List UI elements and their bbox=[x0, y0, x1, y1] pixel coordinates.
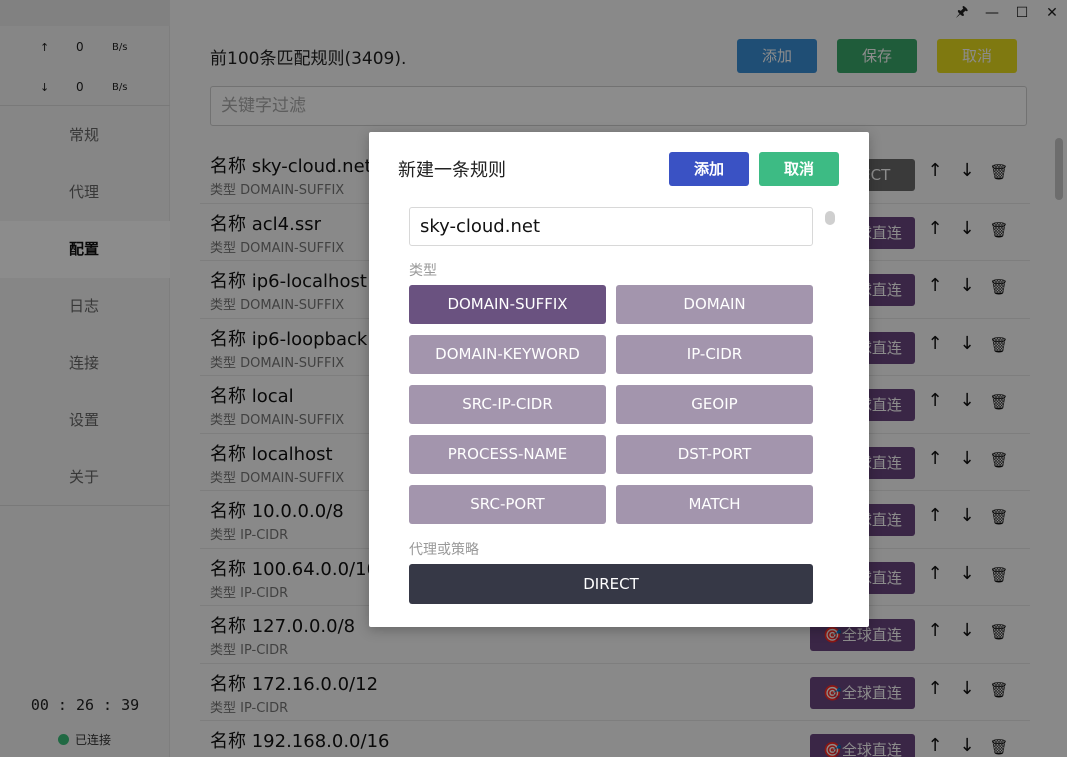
type-option-match[interactable]: MATCH bbox=[616, 485, 813, 524]
type-option-domain-suffix[interactable]: DOMAIN-SUFFIX bbox=[409, 285, 606, 324]
dialog-scrollbar[interactable] bbox=[825, 211, 835, 225]
type-option-domain-keyword[interactable]: DOMAIN-KEYWORD bbox=[409, 335, 606, 374]
type-option-src-port[interactable]: SRC-PORT bbox=[409, 485, 606, 524]
rule-payload-input[interactable]: sky-cloud.net bbox=[409, 207, 813, 246]
type-option-dst-port[interactable]: DST-PORT bbox=[616, 435, 813, 474]
type-label: 类型 bbox=[409, 263, 437, 279]
type-option-domain[interactable]: DOMAIN bbox=[616, 285, 813, 324]
dialog-title: 新建一条规则 bbox=[398, 160, 506, 181]
type-option-src-ip-cidr[interactable]: SRC-IP-CIDR bbox=[409, 385, 606, 424]
type-option-ip-cidr[interactable]: IP-CIDR bbox=[616, 335, 813, 374]
dialog-cancel-button[interactable]: 取消 bbox=[759, 152, 839, 186]
policy-select[interactable]: DIRECT bbox=[409, 564, 813, 604]
policy-label: 代理或策略 bbox=[409, 542, 479, 558]
dialog-add-button[interactable]: 添加 bbox=[669, 152, 749, 186]
type-option-process-name[interactable]: PROCESS-NAME bbox=[409, 435, 606, 474]
type-option-geoip[interactable]: GEOIP bbox=[616, 385, 813, 424]
new-rule-dialog: 新建一条规则 添加 取消 sky-cloud.net 类型 DOMAIN-SUF… bbox=[369, 132, 869, 627]
